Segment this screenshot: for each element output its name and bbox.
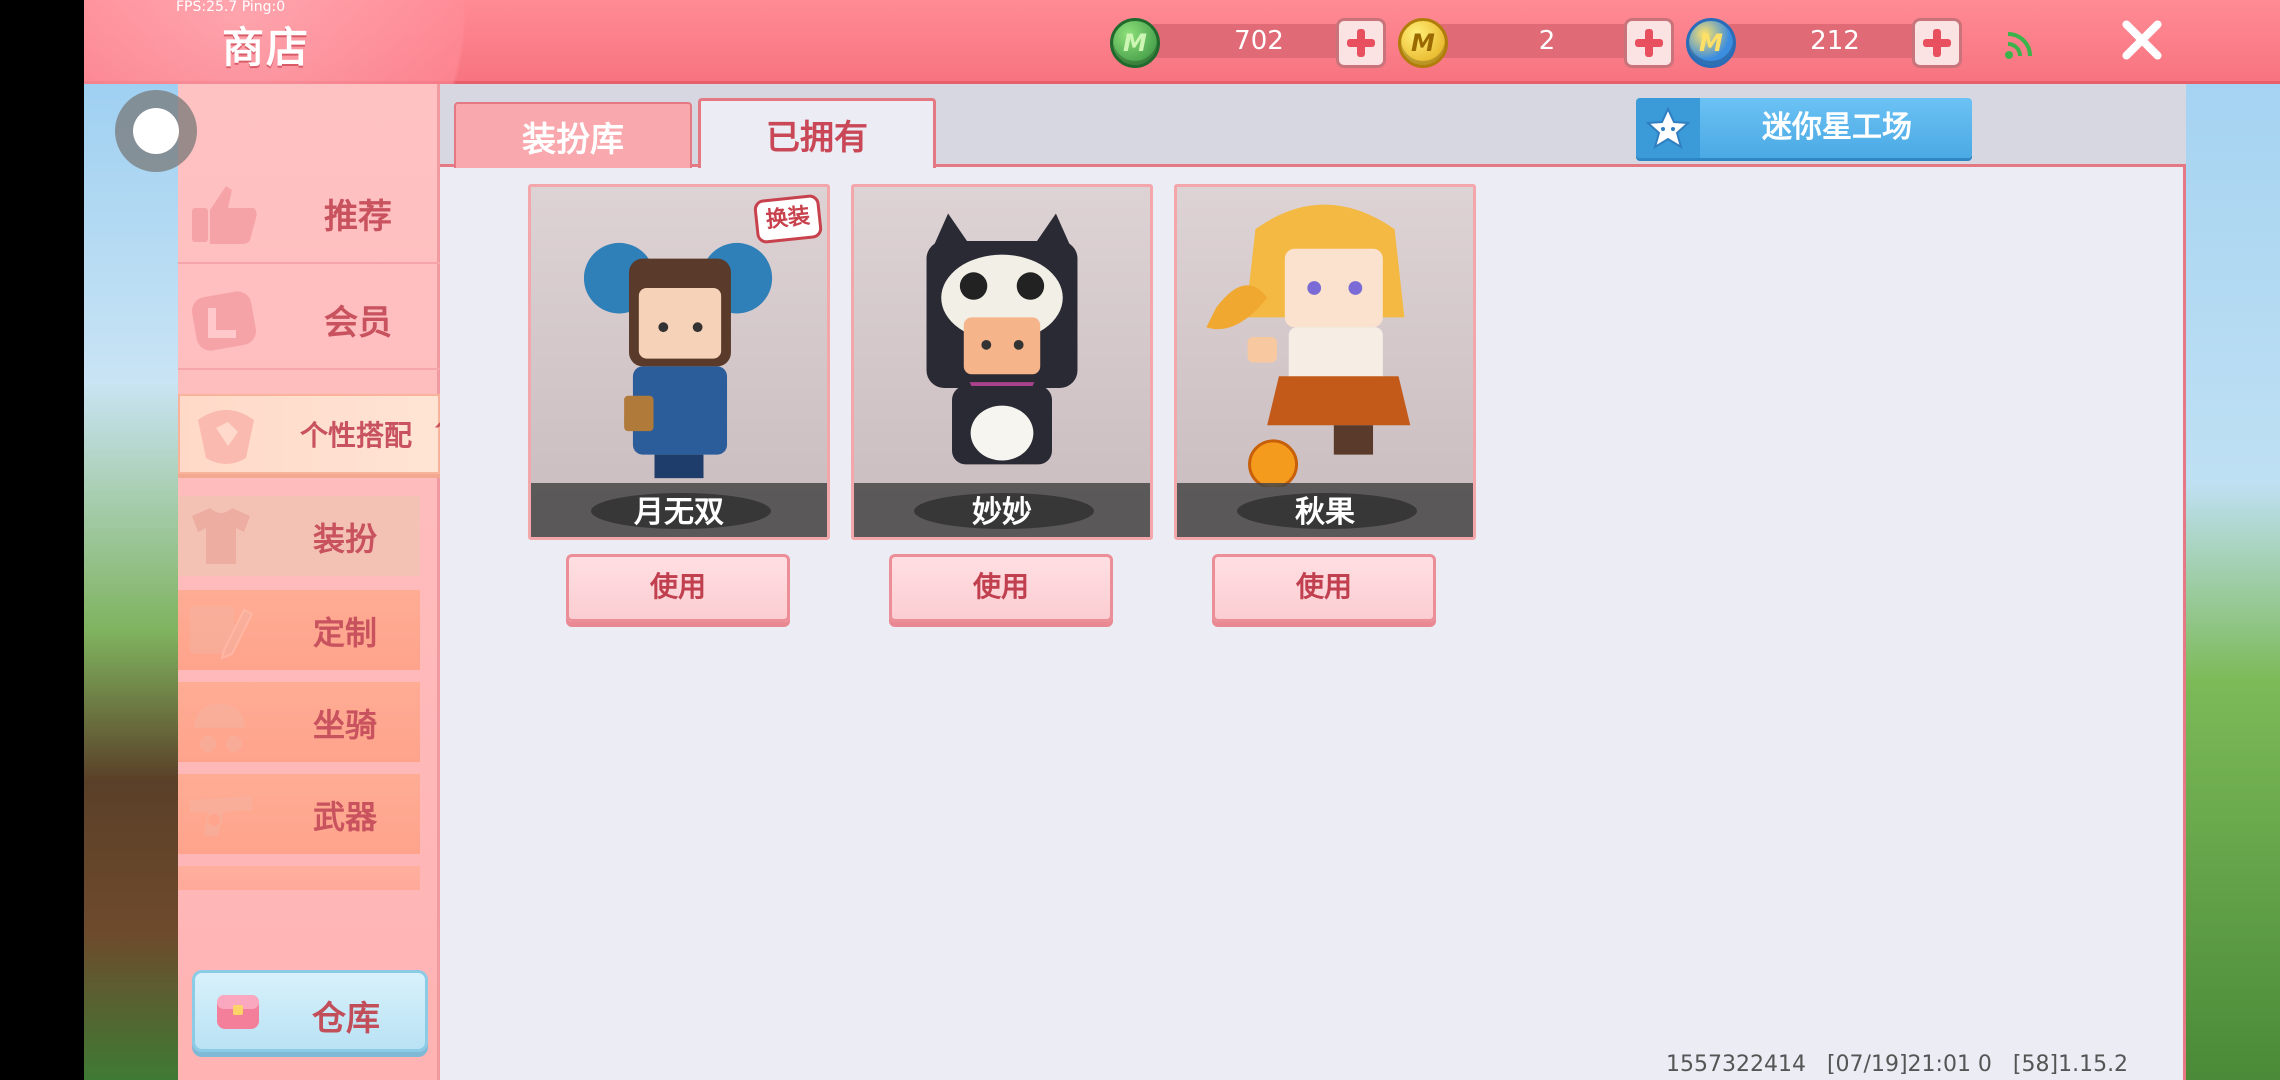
sidebar-subitem-mount[interactable]: 坐骑 — [178, 682, 420, 762]
fps-readout: FPS:25.7 Ping:0 — [176, 0, 286, 15]
plus-icon — [1923, 29, 1951, 57]
currency-blue: 212 M — [1686, 18, 1966, 68]
chest-icon — [217, 995, 259, 1029]
scenery-left — [84, 84, 184, 1080]
mini-workshop-button[interactable]: 迷你星工场 — [1636, 98, 1972, 158]
tab-outfit-library[interactable]: 装扮库 — [454, 102, 692, 168]
sidebar-item-recommend[interactable]: 推荐 — [178, 164, 440, 264]
card-name: 妙妙 — [972, 495, 1032, 530]
scenery-right — [2180, 84, 2280, 1080]
footer-info: 1557322414 [07/19]21:01 0 [58]1.15.2 — [1666, 1052, 2128, 1077]
mini-workshop-label: 迷你星工场 — [1762, 110, 1912, 145]
card-name: 秋果 — [1295, 495, 1355, 530]
tab-owned[interactable]: 已拥有 — [698, 98, 936, 168]
blue-m-coin-icon: M — [1686, 18, 1736, 68]
currency-gold: 2 M — [1398, 18, 1678, 68]
warehouse-label: 仓库 — [312, 999, 380, 1039]
currency-green: 702 M — [1110, 18, 1390, 68]
gold-m-coin-icon: M — [1398, 18, 1448, 68]
pencil-icon — [190, 606, 254, 660]
sidebar-subitem-label: 坐骑 — [312, 706, 377, 744]
swap-outfit-badge: 换装 — [752, 193, 824, 245]
sidebar-subitem-partial[interactable] — [178, 866, 420, 890]
use-button[interactable]: 使用 — [889, 554, 1113, 622]
sidebar-item-label: 个性搭配 — [299, 419, 412, 452]
card-name: 月无双 — [634, 495, 724, 530]
outfit-card[interactable]: 妙妙 — [851, 184, 1153, 540]
sidebar-subitem-label: 装扮 — [312, 520, 377, 558]
plus-icon — [1347, 29, 1375, 57]
sidebar-item-label: 推荐 — [324, 196, 392, 237]
top-bar-decoration — [84, 0, 604, 84]
warehouse-button[interactable]: 仓库 — [192, 970, 428, 1052]
outfit-card[interactable]: 秋果 — [1174, 184, 1476, 540]
network-signal-icon — [2005, 32, 2032, 59]
mount-icon — [194, 703, 245, 752]
use-button[interactable]: 使用 — [1212, 554, 1436, 622]
close-icon[interactable] — [2118, 16, 2166, 64]
sidebar-item-label: 会员 — [324, 302, 392, 343]
star-icon — [1636, 98, 1700, 158]
sidebar-item-personal-style[interactable]: 个性搭配 ^ — [178, 394, 455, 474]
user-id: 1557322414 — [1666, 1052, 1806, 1077]
record-button[interactable] — [115, 90, 197, 172]
version: [58]1.15.2 — [2012, 1052, 2129, 1077]
gun-icon — [190, 796, 252, 836]
add-gold-currency-button[interactable] — [1624, 18, 1674, 68]
use-button[interactable]: 使用 — [566, 554, 790, 622]
shirt-icon — [192, 508, 250, 564]
sidebar-subitem-label: 武器 — [312, 798, 377, 836]
green-m-coin-icon: M — [1110, 18, 1160, 68]
server-time: [07/19]21:01 0 — [1826, 1052, 1992, 1077]
sidebar-subitem-label: 定制 — [312, 614, 377, 652]
plus-icon — [1635, 29, 1663, 57]
sidebar-subitem-outfit[interactable]: 装扮 — [178, 496, 420, 576]
vip-icon — [191, 291, 257, 351]
sidebar-subitem-custom[interactable]: 定制 — [178, 590, 420, 670]
character-preview-image — [1206, 204, 1411, 487]
page-title: 商店 — [222, 23, 311, 72]
sidebar-subitem-weapon[interactable]: 武器 — [178, 774, 420, 854]
sidebar-item-vip[interactable]: 会员 — [178, 270, 440, 370]
outfit-card[interactable]: 换装 月无双 — [528, 184, 830, 540]
add-green-currency-button[interactable] — [1336, 18, 1386, 68]
character-preview-image — [926, 213, 1078, 465]
thumbs-up-icon — [192, 186, 257, 244]
add-blue-currency-button[interactable] — [1912, 18, 1962, 68]
personal-style-icon — [198, 410, 254, 464]
